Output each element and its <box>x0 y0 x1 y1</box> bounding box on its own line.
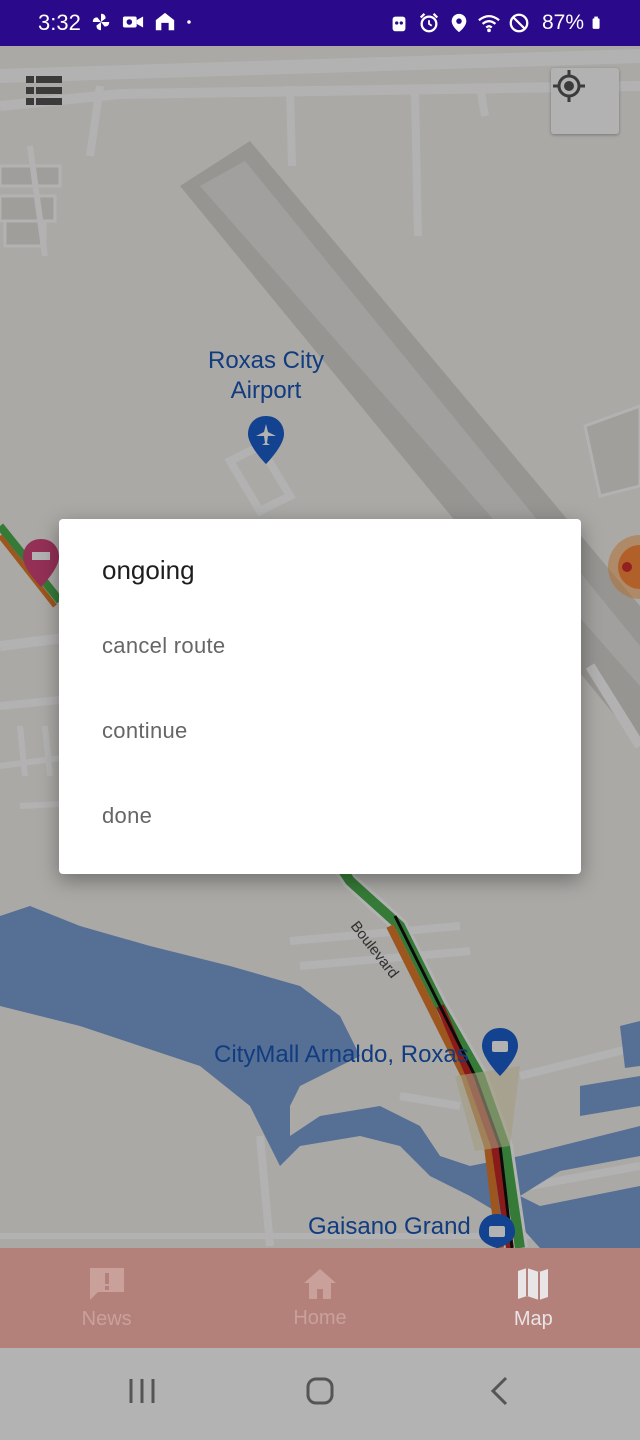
recents-icon[interactable] <box>127 1376 157 1406</box>
home-icon <box>303 1268 336 1299</box>
status-time: 3:32 <box>38 10 81 35</box>
wifi-icon <box>478 14 500 33</box>
dialog-title: ongoing <box>102 555 195 585</box>
bottom-navigation: News Home Map <box>0 1248 640 1348</box>
home-circle-icon[interactable] <box>305 1376 335 1406</box>
back-icon[interactable] <box>488 1376 512 1406</box>
video-camera-icon <box>122 16 144 28</box>
nav-label-news: News <box>81 1307 132 1330</box>
dot-icon <box>187 20 191 24</box>
nav-label-map: Map <box>513 1307 553 1330</box>
home-icon <box>155 12 175 31</box>
system-navigation-bar <box>0 1348 640 1440</box>
do-not-disturb-icon <box>509 13 529 33</box>
alert-message-icon <box>89 1267 124 1300</box>
nav-item-map[interactable]: Map <box>427 1248 640 1348</box>
location-icon <box>451 13 467 33</box>
robot-icon <box>392 16 406 32</box>
status-bar: 3:32 87% <box>0 0 640 46</box>
map-icon <box>518 1267 549 1300</box>
done-option[interactable]: done <box>102 803 152 829</box>
nav-item-news[interactable]: News <box>0 1248 213 1348</box>
battery-icon <box>592 16 600 29</box>
nav-label-home: Home <box>293 1306 347 1329</box>
cancel-route-option[interactable]: cancel route <box>102 633 225 659</box>
alarm-icon <box>419 13 439 33</box>
pinwheel-icon <box>92 13 110 31</box>
battery-percent: 87% <box>541 11 584 34</box>
route-status-dialog: ongoing cancel route continue done <box>59 519 581 874</box>
continue-option[interactable]: continue <box>102 718 188 744</box>
nav-item-home[interactable]: Home <box>213 1248 426 1348</box>
